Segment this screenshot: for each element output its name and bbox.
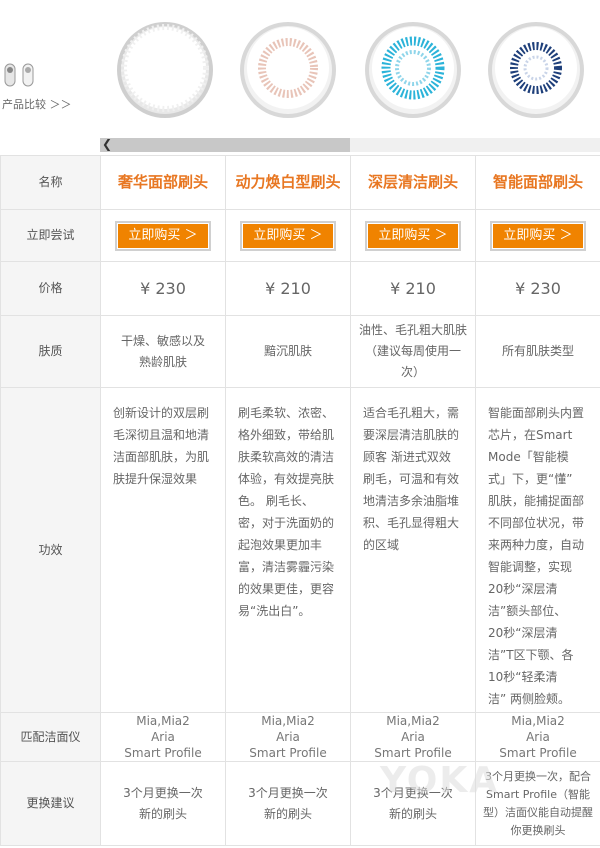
function-text: 创新设计的双层刷 毛深彻且温和地清 洁面部肌肤，为肌 肤提升保湿效果 — [100, 387, 226, 713]
radiance-brush-image — [240, 22, 336, 118]
compare-label: 产品比较 ＞＞ — [2, 98, 72, 111]
row-label-price: 价格 — [0, 261, 101, 316]
function-text: 刷毛柔软、浓密、 格外细致，带给肌 肤柔软高效的清洁 体验，有效提亮肤 色。 刷毛长、密… — [225, 387, 351, 713]
table-row: 功效 创新设计的双层刷 毛深彻且温和地清 洁面部肌肤，为肌 肤提升保湿效果 刷毛柔软、… — [0, 387, 600, 713]
table-row: 肤质 干燥、敏感以及 熟龄肌肤 黯沉肌肤 油性、毛孔粗大肌肤 （建议每周使用一次） … — [0, 315, 600, 388]
row-label-function: 功效 — [0, 387, 101, 713]
row-label-name: 名称 — [0, 155, 101, 210]
mini-device-icon — [4, 63, 34, 87]
product-name: 奢华面部刷头 — [100, 155, 226, 210]
row-label-skin: 肤质 — [0, 315, 101, 388]
row-label-devices: 匹配洁面仪 — [0, 712, 101, 762]
price-value: ¥ 230 — [100, 261, 226, 316]
compatible-devices: Mia,Mia2 Aria Smart Profile — [225, 712, 351, 762]
luxury-brush-image — [117, 22, 213, 118]
skin-type: 黯沉肌肤 — [225, 315, 351, 388]
compatible-devices: Mia,Mia2 Aria Smart Profile — [475, 712, 600, 762]
horizontal-scrollbar-track[interactable] — [350, 138, 600, 152]
row-label-replace: 更换建议 — [0, 761, 101, 846]
table-row: 名称 奢华面部刷头 动力焕白型刷头 深层清洁刷头 智能面部刷头 — [0, 155, 600, 210]
replace-advice: 3个月更换一次 新的刷头 — [225, 761, 351, 846]
product-name: 深层清洁刷头 — [350, 155, 476, 210]
table-row: 立即尝试 立即购买 ＞ 立即购买 ＞ 立即购买 ＞ 立即购买 ＞ — [0, 209, 600, 262]
product-name: 智能面部刷头 — [475, 155, 600, 210]
product-name: 动力焕白型刷头 — [225, 155, 351, 210]
table-row: 价格 ¥ 230 ¥ 210 ¥ 210 ¥ 230 — [0, 261, 600, 316]
compare-icons — [4, 62, 92, 90]
compatible-devices: Mia,Mia2 Aria Smart Profile — [350, 712, 476, 762]
price-value: ¥ 210 — [225, 261, 351, 316]
replace-advice: 3个月更换一次 新的刷头 — [350, 761, 476, 846]
price-value: ¥ 230 — [475, 261, 600, 316]
deep-pore-brush-image — [365, 22, 461, 118]
compatible-devices: Mia,Mia2 Aria Smart Profile — [100, 712, 226, 762]
scroll-left-icon[interactable]: ❮ — [102, 137, 112, 151]
row-label-try: 立即尝试 — [0, 209, 101, 262]
table-row: 更换建议 3个月更换一次 新的刷头 3个月更换一次 新的刷头 3个月更换一次 新的刷头… — [0, 761, 600, 846]
price-value: ¥ 210 — [350, 261, 476, 316]
buy-now-button[interactable]: 立即购买 ＞ — [365, 220, 461, 251]
buy-now-button[interactable]: 立即购买 ＞ — [490, 220, 586, 251]
function-text: 智能面部刷头内置 芯片，在Smart Mode「智能模 式」下，更“懂” 肌肤，能捕捉面… — [475, 387, 600, 713]
replace-advice: 3个月更换一次 新的刷头 — [100, 761, 226, 846]
skin-type: 油性、毛孔粗大肌肤 （建议每周使用一次） — [350, 315, 476, 388]
skin-type: 所有肌肤类型 — [475, 315, 600, 388]
function-text: 适合毛孔粗大，需 要深层清洁肌肤的 顾客 渐进式双效 刷毛，可温和有效 地清洁多余油脂堆… — [350, 387, 476, 713]
horizontal-scrollbar-thumb[interactable]: ❮ — [100, 137, 350, 152]
product-header: 产品比较 ＞＞ — [0, 0, 600, 130]
comparison-table: 名称 奢华面部刷头 动力焕白型刷头 深层清洁刷头 智能面部刷头 立即尝试 立即购… — [0, 155, 600, 846]
buy-now-button[interactable]: 立即购买 ＞ — [240, 220, 336, 251]
table-row: 匹配洁面仪 Mia,Mia2 Aria Smart Profile Mia,Mia2… — [0, 712, 600, 762]
skin-type: 干燥、敏感以及 熟龄肌肤 — [100, 315, 226, 388]
smart-brush-image — [488, 22, 584, 118]
replace-advice: 3个月更换一次，配合 Smart Profile（智能 型）洁面仪能自动提醒 你更换刷… — [475, 761, 600, 846]
product-compare-link[interactable]: 产品比较 ＞＞ — [2, 62, 92, 112]
buy-now-button[interactable]: 立即购买 ＞ — [115, 220, 211, 251]
